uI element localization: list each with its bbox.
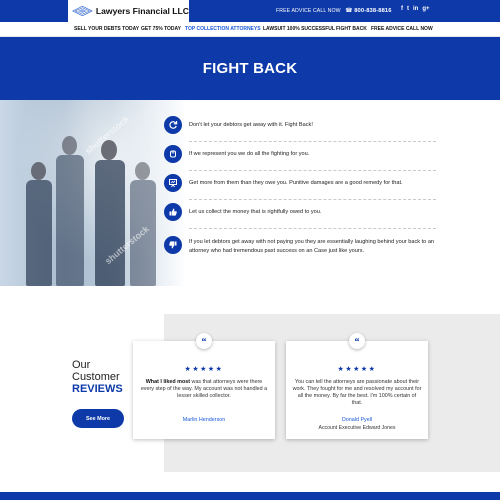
nav-item-sell-debts[interactable]: SELL YOUR DEBTS TODAY	[74, 26, 139, 32]
feature-text: Don't let your debtors get away with it.…	[189, 122, 313, 128]
review-author[interactable]: Donald Pyell	[286, 417, 428, 423]
advice-label: FREE ADVICE CALL NOW	[276, 8, 341, 14]
feature-text: If you let debtors get away with not pay…	[189, 239, 435, 254]
quote-icon: “	[196, 333, 212, 349]
footer-bar	[0, 492, 500, 500]
nav-item-free-advice[interactable]: FREE ADVICE CALL NOW	[371, 26, 433, 32]
feature-text: If we represent you we do all the fighti…	[189, 151, 310, 157]
twitter-icon[interactable]: t	[407, 6, 409, 12]
brand-name: Lawyers Financial LLC	[95, 6, 189, 16]
logo-mark-icon	[72, 5, 93, 17]
phone-number[interactable]: ☎ 800-838-8816	[345, 8, 391, 14]
googleplus-icon[interactable]: g+	[422, 6, 429, 12]
review-author[interactable]: Marlin Henderson	[133, 417, 275, 423]
presentation-icon	[164, 174, 182, 192]
rating-stars: ★★★★★	[184, 366, 224, 373]
fist-icon	[164, 145, 182, 163]
reviews-heading-line1: Our	[72, 359, 91, 371]
see-more-button[interactable]: See More	[72, 409, 124, 428]
reviews-heading-line3: REVIEWS	[72, 383, 123, 395]
feature-item: If you let debtors get away with not pay…	[164, 232, 436, 268]
thumbs-up-icon	[164, 203, 182, 221]
nav-item-fight-back[interactable]: FIGHT BACK	[336, 26, 367, 32]
nav-item-lawsuit[interactable]: LAWSUIT 100% SUCCESSFUL	[263, 26, 335, 32]
nav-item-get-75[interactable]: GET 75% TODAY	[141, 26, 181, 32]
rating-stars: ★★★★★	[337, 366, 377, 373]
review-card: “ ★★★★★ What I liked most was that attor…	[133, 333, 275, 439]
refresh-icon	[164, 116, 182, 134]
top-bar: Lawyers Financial LLC FREE ADVICE CALL N…	[0, 0, 500, 22]
feature-item: Let us collect the money that is rightfu…	[164, 203, 436, 229]
feature-text: Get more from them than they owe you. Pu…	[189, 180, 403, 186]
review-card: “ ★★★★★ You can tell the attorneys are p…	[286, 333, 428, 439]
linkedin-icon[interactable]: in	[413, 6, 418, 12]
social-links: f t in g+	[401, 6, 430, 12]
review-text: You can tell the attorneys are passionat…	[292, 379, 422, 406]
feature-text: Let us collect the money that is rightfu…	[189, 209, 322, 215]
quote-icon: “	[349, 333, 365, 349]
review-text: What I liked most was that attorneys wer…	[140, 379, 268, 399]
main-nav: SELL YOUR DEBTS TODAY GET 75% TODAY TOP …	[0, 22, 500, 37]
feature-item: Don't let your debtors get away with it.…	[164, 116, 436, 142]
business-people-photo: shutterstock shutterstock	[0, 100, 186, 286]
reviews-heading-line2: Customer	[72, 371, 120, 383]
brand-logo[interactable]: Lawyers Financial LLC	[68, 0, 189, 22]
review-author-role: Account Executive Edward Jones	[318, 425, 396, 431]
hero-banner: FIGHT BACK	[0, 37, 500, 100]
nav-item-top-attorneys[interactable]: TOP COLLECTION ATTORNEYS	[185, 26, 261, 32]
advice-call-now[interactable]: FREE ADVICE CALL NOW ☎ 800-838-8816	[276, 8, 392, 14]
feature-item: If we represent you we do all the fighti…	[164, 145, 436, 171]
feature-item: Get more from them than they owe you. Pu…	[164, 174, 436, 200]
reviews-heading: Our Customer REVIEWS	[72, 359, 123, 395]
thumbs-down-icon	[164, 236, 182, 254]
facebook-icon[interactable]: f	[401, 6, 403, 12]
hero-title: FIGHT BACK	[202, 60, 298, 77]
